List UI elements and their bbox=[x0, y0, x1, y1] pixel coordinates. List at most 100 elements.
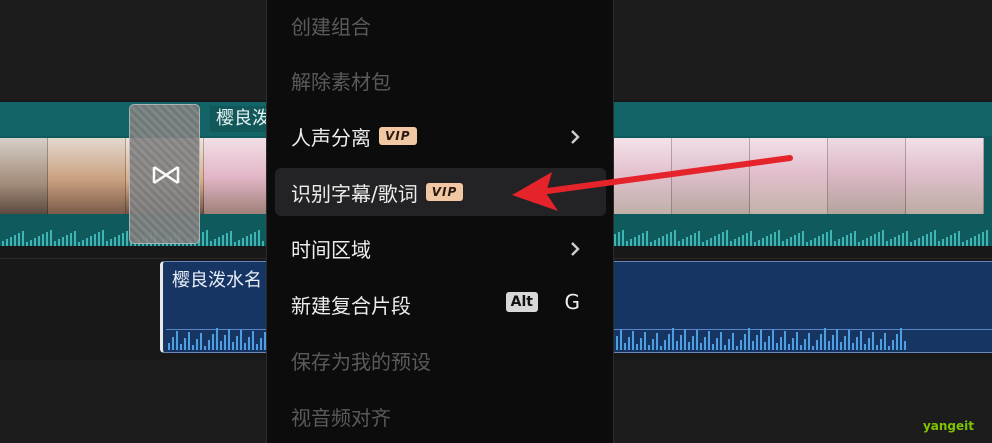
waveform-bar bbox=[970, 238, 972, 246]
audio-waveform-bar bbox=[892, 340, 894, 350]
waveform-bar bbox=[738, 237, 740, 246]
waveform-bar bbox=[742, 235, 744, 246]
waveform-bar bbox=[734, 239, 736, 246]
waveform-bar bbox=[678, 241, 680, 246]
waveform-bar bbox=[746, 233, 748, 246]
waveform-bar bbox=[954, 233, 956, 246]
audio-waveform-bar bbox=[772, 330, 774, 350]
audio-waveform-bar bbox=[624, 343, 626, 350]
waveform-bar bbox=[906, 231, 908, 246]
waveform-bar bbox=[106, 241, 108, 246]
waveform-bar bbox=[846, 235, 848, 246]
waveform-bar bbox=[750, 231, 752, 246]
audio-waveform-bar bbox=[220, 341, 222, 350]
video-thumbnail bbox=[750, 138, 828, 214]
waveform-bar bbox=[822, 234, 824, 246]
audio-waveform-bar bbox=[672, 328, 674, 350]
audio-waveform-bar bbox=[204, 346, 206, 350]
waveform-bar bbox=[766, 236, 768, 246]
waveform-bar bbox=[802, 231, 804, 246]
waveform-bar bbox=[910, 242, 912, 246]
audio-waveform-bar bbox=[764, 342, 766, 350]
menu-item-av-align[interactable]: 视音频对齐 bbox=[275, 392, 606, 440]
waveform-bar bbox=[938, 241, 940, 246]
waveform-bar bbox=[762, 238, 764, 246]
waveform-bar bbox=[962, 242, 964, 246]
menu-item-time-region[interactable]: 时间区域 bbox=[275, 224, 606, 272]
waveform-bar bbox=[726, 230, 728, 246]
audio-waveform-bar bbox=[844, 336, 846, 350]
menu-item-create-group[interactable]: 创建组合 bbox=[275, 1, 606, 49]
menu-item-new-compound-clip[interactable]: 新建复合片段 Alt G bbox=[275, 280, 606, 328]
waveform-bar bbox=[202, 232, 204, 246]
waveform-bar bbox=[798, 233, 800, 246]
audio-waveform-bar bbox=[748, 328, 750, 350]
waveform-bar bbox=[62, 237, 64, 246]
waveform-bar bbox=[934, 230, 936, 246]
waveform-bar bbox=[618, 232, 620, 246]
audio-waveform-bar bbox=[676, 341, 678, 350]
waveform-bar bbox=[614, 234, 616, 246]
audio-waveform-bar bbox=[196, 339, 198, 350]
audio-waveform-bar bbox=[244, 343, 246, 350]
audio-waveform-bar bbox=[904, 341, 906, 350]
waveform-bar bbox=[118, 235, 120, 246]
audio-waveform-bar bbox=[744, 334, 746, 350]
waveform-bar bbox=[218, 237, 220, 246]
waveform-bar bbox=[90, 236, 92, 246]
audio-waveform-bar bbox=[876, 345, 878, 350]
waveform-bar bbox=[986, 230, 988, 246]
waveform-bar bbox=[926, 234, 928, 246]
audio-waveform-bar bbox=[668, 334, 670, 350]
audio-waveform-bar bbox=[836, 329, 838, 350]
transition-block[interactable] bbox=[129, 104, 200, 244]
audio-waveform-bar bbox=[760, 329, 762, 350]
waveform-bar bbox=[18, 233, 20, 246]
menu-item-label: 创建组合 bbox=[291, 14, 371, 39]
audio-waveform-bar bbox=[228, 329, 230, 350]
audio-waveform-bar bbox=[172, 337, 174, 350]
audio-waveform-bar bbox=[780, 337, 782, 350]
audio-waveform-bar bbox=[792, 338, 794, 350]
waveform-bar bbox=[718, 234, 720, 246]
menu-item-label: 新建复合片段 bbox=[291, 293, 411, 318]
waveform-bar bbox=[650, 242, 652, 246]
audio-waveform-bar bbox=[796, 332, 798, 350]
audio-waveform-bar bbox=[864, 344, 866, 350]
audio-waveform-bar bbox=[652, 339, 654, 350]
audio-waveform-bar bbox=[824, 328, 826, 350]
waveform-bar bbox=[222, 235, 224, 246]
menu-item-save-preset[interactable]: 保存为我的预设 bbox=[275, 336, 606, 384]
menu-item-vocal-separation[interactable]: 人声分离 VIP bbox=[275, 112, 606, 160]
waveform-bar bbox=[890, 239, 892, 246]
waveform-bar bbox=[662, 236, 664, 246]
menu-item-unpack-material[interactable]: 解除素材包 bbox=[275, 56, 606, 104]
waveform-bar bbox=[254, 232, 256, 246]
waveform-bar bbox=[758, 240, 760, 246]
waveform-bar bbox=[654, 240, 656, 246]
audio-waveform-bar bbox=[200, 333, 202, 350]
waveform-bar bbox=[2, 241, 4, 246]
audio-waveform-bar bbox=[184, 338, 186, 350]
audio-waveform-bar bbox=[724, 345, 726, 350]
waveform-bar bbox=[974, 236, 976, 246]
waveform-bar bbox=[686, 237, 688, 246]
audio-waveform-bar bbox=[768, 336, 770, 350]
menu-item-recognize-subtitles-lyrics[interactable]: 识别字幕/歌词 VIP bbox=[275, 168, 606, 216]
video-clip-title: 樱良泼 bbox=[210, 106, 274, 132]
waveform-bar bbox=[966, 240, 968, 246]
audio-waveform-bar bbox=[776, 343, 778, 350]
menu-item-label: 解除素材包 bbox=[291, 69, 391, 94]
vip-badge: VIP bbox=[379, 127, 417, 145]
waveform-bar bbox=[706, 240, 708, 246]
audio-waveform-bar bbox=[800, 345, 802, 350]
audio-waveform-bar bbox=[704, 337, 706, 350]
audio-waveform-bar bbox=[252, 331, 254, 350]
waveform-bar bbox=[86, 238, 88, 246]
shortcut-key: G bbox=[564, 290, 581, 314]
audio-waveform-bar bbox=[888, 346, 890, 350]
audio-waveform-bar bbox=[812, 346, 814, 350]
menu-item-label: 人声分离 bbox=[291, 125, 371, 150]
waveform-bar bbox=[978, 234, 980, 246]
waveform-bar bbox=[26, 242, 28, 246]
